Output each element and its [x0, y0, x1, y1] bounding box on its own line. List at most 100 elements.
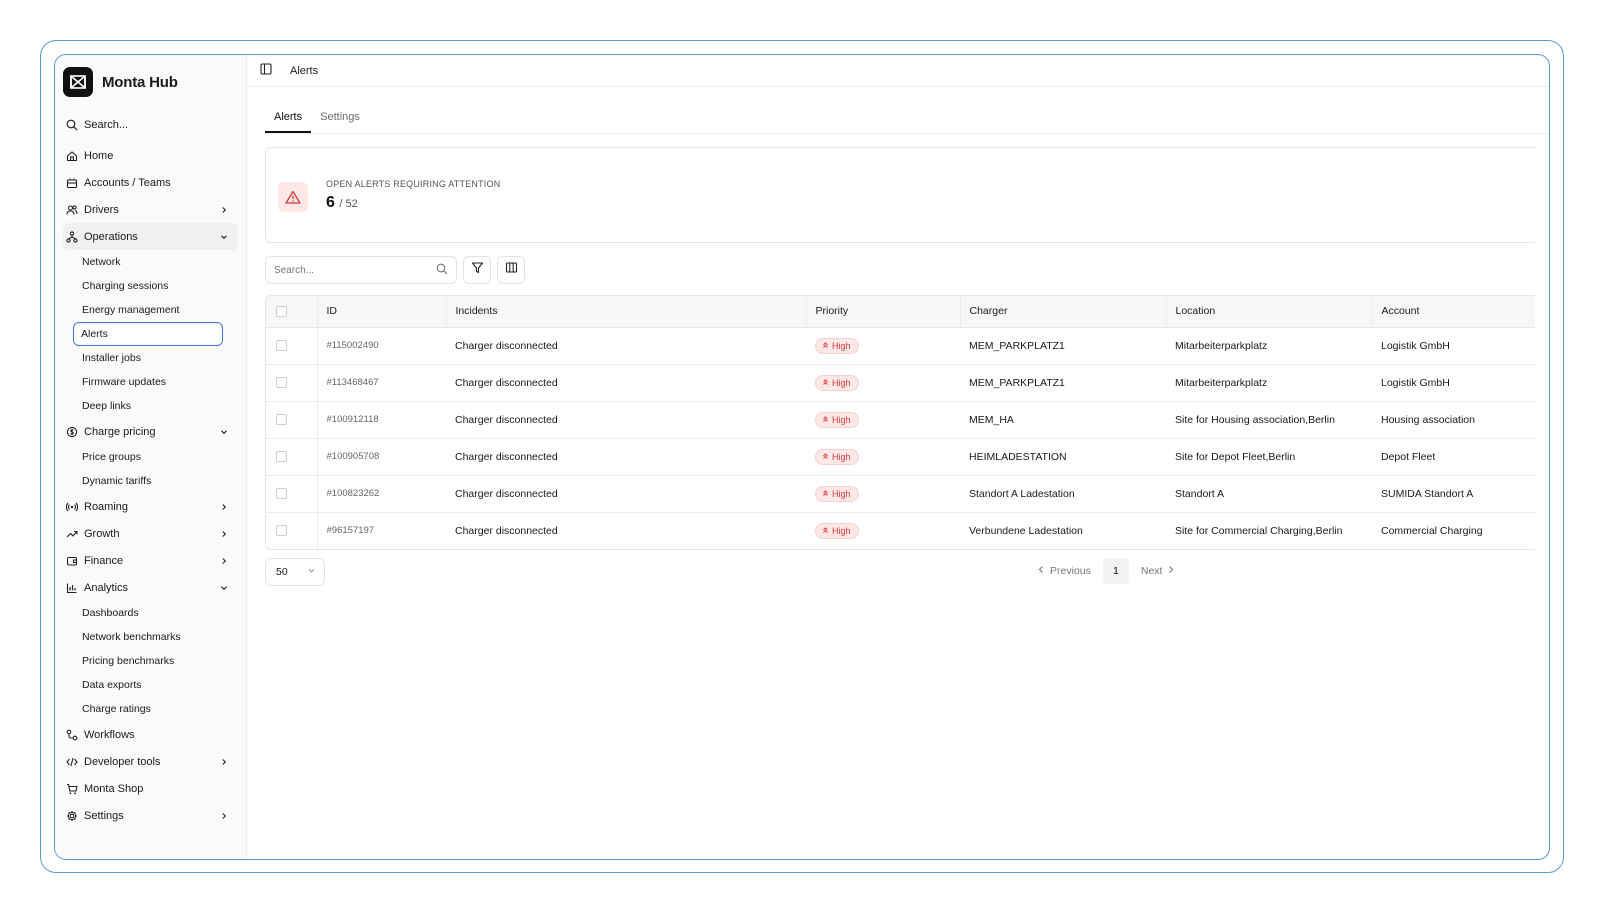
filter-button[interactable] — [463, 256, 491, 284]
alerts-search-input[interactable]: Search... — [265, 256, 457, 284]
priority-cell: High — [806, 401, 960, 439]
priority-badge: High — [815, 522, 859, 539]
tab-settings[interactable]: Settings — [311, 105, 369, 133]
sidebar-subitem-dashboards[interactable]: Dashboards — [63, 601, 238, 625]
sidebar-item-growth[interactable]: Growth — [63, 520, 238, 547]
row-select-cell — [266, 327, 318, 365]
next-page-button[interactable]: Next — [1141, 565, 1176, 577]
network-icon — [63, 228, 81, 246]
sidebar-subitem-charge-ratings[interactable]: Charge ratings — [63, 697, 238, 721]
priority-badge: High — [815, 485, 859, 502]
building-icon — [63, 174, 81, 192]
tab-alerts[interactable]: Alerts — [265, 105, 312, 133]
sidebar-item-finance[interactable]: Finance — [63, 547, 238, 574]
sidebar-item-analytics[interactable]: Analytics — [63, 574, 238, 601]
column-header-id[interactable]: ID — [317, 296, 447, 328]
table-row[interactable]: #113468467 Charger disconnected High MEM_PA… — [266, 364, 1535, 402]
chevron-right-icon — [218, 528, 230, 540]
chart-icon — [63, 579, 81, 597]
sidebar-subitem-data-exports[interactable]: Data exports — [63, 673, 238, 697]
incident-cell: Charger disconnected — [446, 364, 806, 402]
sidebar-item-drivers[interactable]: Drivers — [63, 196, 238, 223]
column-header-incidents[interactable]: Incidents — [446, 296, 807, 328]
sidebar-subitem-pricing-benchmarks[interactable]: Pricing benchmarks — [63, 649, 238, 673]
sidebar-subitem-network-benchmarks[interactable]: Network benchmarks — [63, 625, 238, 649]
sidebar-subitem-firmware-updates[interactable]: Firmware updates — [63, 370, 238, 394]
sidebar-subitem-dynamic-tariffs[interactable]: Dynamic tariffs — [63, 469, 238, 493]
app-window: Monta Hub Search... Home Accounts / Teams… — [54, 54, 1550, 860]
account-cell: SUMIDA Standort A — [1372, 475, 1535, 513]
table-row[interactable]: #100912118 Charger disconnected High MEM_HA… — [266, 401, 1535, 439]
search-icon — [63, 116, 81, 134]
charger-cell: MEM_PARKPLATZ1 — [960, 327, 1166, 365]
account-cell: Logistik GmbH — [1372, 364, 1535, 402]
sidebar-subitem-installer-jobs[interactable]: Installer jobs — [63, 346, 238, 370]
sidebar-subitem-charging-sessions[interactable]: Charging sessions — [63, 274, 238, 298]
sidebar-subitem-alerts[interactable]: Alerts — [73, 322, 223, 346]
sidebar-item-label: Charge pricing — [84, 425, 156, 438]
columns-button[interactable] — [497, 256, 525, 284]
charger-cell: Verbundene Ladestation — [969, 524, 1083, 537]
topbar: Alerts — [247, 55, 1549, 87]
table-row[interactable]: #96157197 Charger disconnected High Verbund… — [266, 512, 1535, 549]
sidebar-item-home[interactable]: Home — [63, 142, 238, 169]
sidebar-item-developer-tools[interactable]: Developer tools — [63, 748, 238, 775]
sidebar-subitem-deep-links[interactable]: Deep links — [63, 394, 238, 418]
sidebar: Monta Hub Search... Home Accounts / Teams… — [55, 55, 247, 859]
sidebar-item-charge-pricing[interactable]: Charge pricing — [63, 418, 238, 445]
sidebar-item-monta-shop[interactable]: Monta Shop — [63, 775, 238, 802]
priority-badge: High — [815, 411, 859, 428]
sidebar-item-operations[interactable]: Operations — [63, 223, 238, 250]
previous-page-button[interactable]: Previous — [1037, 565, 1091, 577]
row-checkbox[interactable] — [276, 488, 287, 499]
alert-id[interactable]: #115002490 — [317, 327, 446, 365]
alert-id[interactable]: #100823262 — [317, 475, 446, 513]
priority-badge: High — [815, 374, 859, 391]
open-alerts-count: 6 / 52 — [326, 194, 358, 212]
page-size-select[interactable]: 50 — [265, 558, 325, 586]
column-header-location[interactable]: Location — [1166, 296, 1373, 328]
incident-cell: Charger disconnected — [455, 524, 558, 537]
sidebar-item-settings[interactable]: Settings — [63, 802, 238, 829]
row-select-cell — [266, 401, 318, 439]
column-header-account[interactable]: Account — [1372, 296, 1535, 328]
sidebar-nav: Search... Home Accounts / Teams Drivers Ope… — [63, 111, 238, 829]
chevrons-up-icon — [822, 526, 829, 536]
row-checkbox[interactable] — [276, 525, 287, 537]
sidebar-item-workflows[interactable]: Workflows — [63, 721, 238, 748]
sidebar-item-label: Drivers — [84, 203, 119, 216]
column-header-charger[interactable]: Charger — [960, 296, 1167, 328]
table-row[interactable]: #100905708 Charger disconnected High HEIMLA… — [266, 438, 1535, 476]
sidebar-item-accounts-teams[interactable]: Accounts / Teams — [63, 169, 238, 196]
alerts-table: ID Incidents Priority Charger Location A… — [265, 295, 1535, 550]
row-checkbox[interactable] — [276, 377, 287, 388]
sidebar-item-roaming[interactable]: Roaming — [63, 493, 238, 520]
trend-icon — [63, 525, 81, 543]
sidebar-subitem-network[interactable]: Network — [63, 250, 238, 274]
select-all-checkbox[interactable] — [276, 305, 287, 317]
tab-bar: Alerts Settings — [265, 105, 369, 133]
wallet-icon — [63, 552, 81, 570]
alert-id[interactable]: #100905708 — [317, 438, 446, 476]
alert-id[interactable]: #96157197 — [317, 512, 446, 549]
account-cell: Logistik GmbH — [1372, 327, 1535, 365]
table-row[interactable]: #115002490 Charger disconnected High MEM_PA… — [266, 327, 1535, 365]
incident-cell: Charger disconnected — [446, 401, 806, 439]
brand[interactable]: Monta Hub — [63, 65, 238, 99]
page-number-current[interactable]: 1 — [1102, 558, 1129, 584]
sidebar-subitem-energy-management[interactable]: Energy management — [63, 298, 238, 322]
chevron-right-icon — [218, 501, 230, 513]
sidebar-toggle-icon[interactable] — [260, 63, 272, 78]
row-checkbox[interactable] — [276, 451, 287, 462]
workflow-icon — [63, 726, 81, 744]
sidebar-search[interactable]: Search... — [63, 111, 238, 138]
priority-cell: High — [806, 327, 960, 365]
table-row[interactable]: #100823262 Charger disconnected High Stando… — [266, 475, 1535, 513]
alert-id[interactable]: #113468467 — [317, 364, 446, 402]
column-header-priority[interactable]: Priority — [806, 296, 961, 328]
row-checkbox[interactable] — [276, 340, 287, 351]
alert-id[interactable]: #100912118 — [317, 401, 446, 439]
open-alerts-total: / 52 — [339, 198, 358, 210]
sidebar-subitem-price-groups[interactable]: Price groups — [63, 445, 238, 469]
row-checkbox[interactable] — [276, 414, 287, 425]
